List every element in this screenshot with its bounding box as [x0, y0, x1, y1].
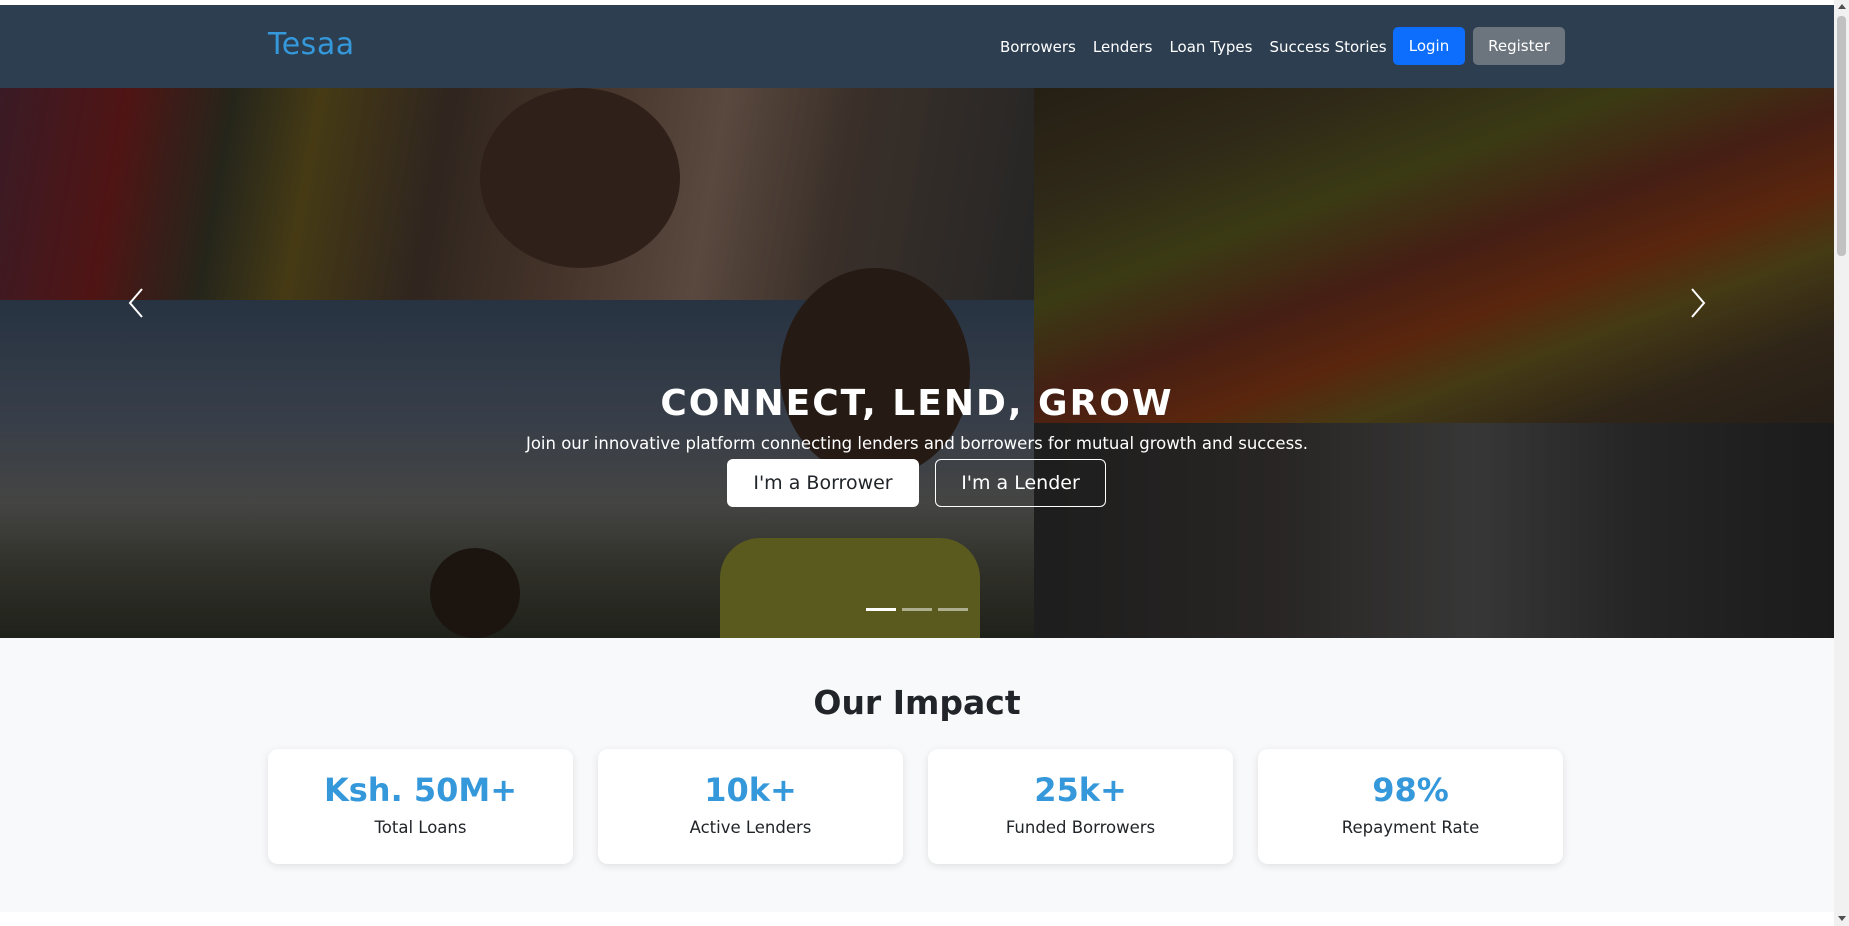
carousel-indicators — [866, 608, 968, 611]
impact-section: Our Impact Ksh. 50M+ Total Loans 10k+ Ac… — [0, 638, 1834, 912]
page-scrollbar[interactable] — [1834, 0, 1849, 926]
lender-button[interactable]: I'm a Lender — [935, 459, 1106, 507]
next-section — [0, 912, 1834, 926]
hero-title: CONNECT, LEND, GROW — [660, 383, 1174, 424]
stat-label: Funded Borrowers — [1005, 818, 1156, 837]
nav-link-success-stories[interactable]: Success Stories — [1269, 38, 1386, 56]
nav-link-lenders[interactable]: Lenders — [1093, 38, 1153, 56]
stat-label: Active Lenders — [689, 818, 812, 837]
stat-value: 98% — [1372, 771, 1449, 809]
login-button[interactable]: Login — [1393, 27, 1465, 65]
stat-label: Total Loans — [374, 818, 467, 837]
stat-label: Repayment Rate — [1341, 818, 1480, 837]
nav-link-borrowers[interactable]: Borrowers — [1000, 38, 1076, 56]
nav-links: Borrowers Lenders Loan Types Success Sto… — [1000, 5, 1404, 88]
borrower-button[interactable]: I'm a Borrower — [727, 459, 919, 507]
stat-value: 10k+ — [704, 771, 797, 809]
hero-caption: CONNECT, LEND, GROW Join our innovative … — [0, 88, 1834, 638]
nav-link-loan-types[interactable]: Loan Types — [1169, 38, 1252, 56]
brand-logo[interactable]: Tesaa — [268, 27, 355, 62]
navbar: Tesaa Borrowers Lenders Loan Types Succe… — [0, 5, 1834, 88]
scroll-up-arrow-icon[interactable] — [1838, 4, 1846, 9]
stat-card-repayment-rate: 98% Repayment Rate — [1258, 749, 1563, 864]
stat-value: Ksh. 50M+ — [323, 771, 518, 809]
hero-subtitle: Join our innovative platform connecting … — [525, 434, 1309, 453]
stat-card-funded-borrowers: 25k+ Funded Borrowers — [928, 749, 1233, 864]
stat-card-active-lenders: 10k+ Active Lenders — [598, 749, 903, 864]
stat-card-total-loans: Ksh. 50M+ Total Loans — [268, 749, 573, 864]
stat-value: 25k+ — [1034, 771, 1127, 809]
scrollbar-thumb[interactable] — [1837, 16, 1846, 256]
impact-title: Our Impact — [813, 683, 1021, 722]
scroll-down-arrow-icon[interactable] — [1838, 916, 1846, 921]
carousel-indicator-1[interactable] — [866, 608, 896, 611]
register-button[interactable]: Register — [1473, 27, 1565, 65]
carousel-indicator-3[interactable] — [938, 608, 968, 611]
hero-carousel: CONNECT, LEND, GROW Join our innovative … — [0, 88, 1834, 638]
carousel-indicator-2[interactable] — [902, 608, 932, 611]
